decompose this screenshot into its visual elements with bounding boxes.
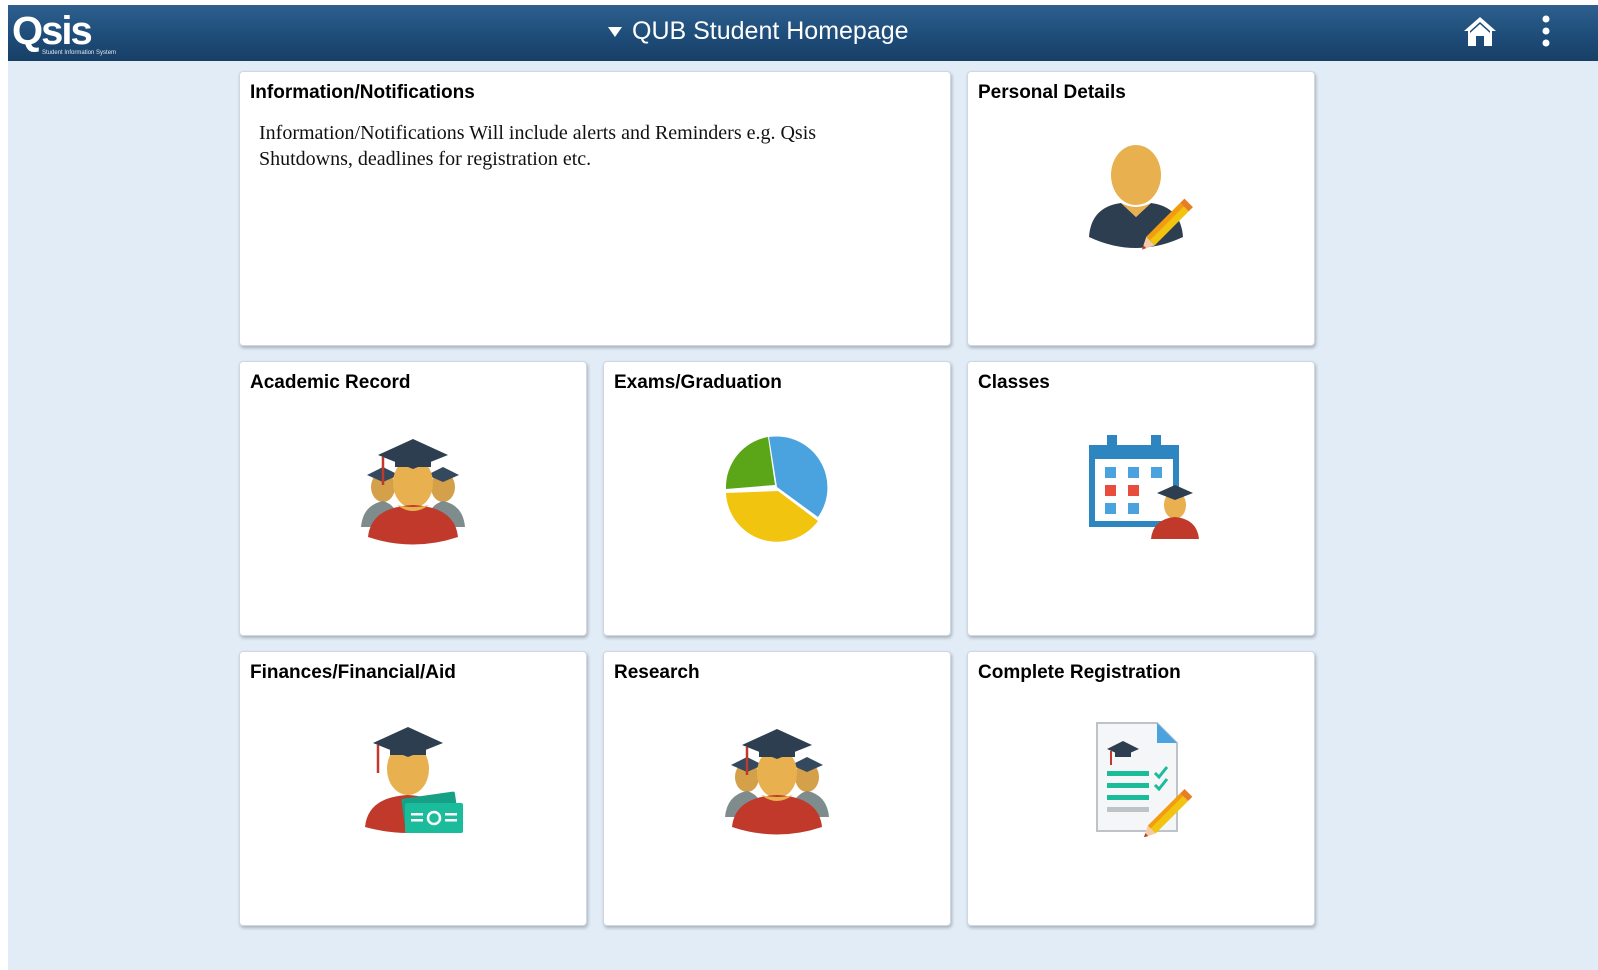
graduates-group-icon: [361, 439, 465, 545]
tile-title: Finances/Financial/Aid: [250, 662, 456, 683]
tile-title: Exams/Graduation: [614, 372, 782, 393]
qsis-logo[interactable]: Qsis Student Information System: [12, 6, 138, 58]
tile-research[interactable]: Research: [603, 651, 951, 926]
tile-personal-details[interactable]: Personal Details: [967, 71, 1315, 346]
page-title-menu[interactable]: QUB Student Homepage: [608, 15, 909, 47]
page-title: QUB Student Homepage: [632, 16, 909, 45]
tile-title: Research: [614, 662, 700, 683]
tile-exams-graduation[interactable]: Exams/Graduation: [603, 361, 951, 636]
pie-chart-icon: [725, 436, 828, 542]
home-icon: [1464, 17, 1496, 46]
checklist-document-icon: [1096, 722, 1193, 837]
top-banner: Qsis Student Information System QUB Stud…: [8, 5, 1598, 61]
kebab-menu-icon: [1542, 15, 1550, 47]
actions-menu-button[interactable]: [1536, 11, 1556, 53]
tile-title: Academic Record: [250, 372, 411, 393]
logo-wordmark: Qsis: [12, 9, 93, 53]
page-frame: Qsis Student Information System QUB Stud…: [8, 5, 1598, 970]
logo-tagline: Student Information System: [42, 50, 117, 56]
tile-title: Complete Registration: [978, 662, 1181, 683]
user-edit-icon: [1089, 145, 1193, 250]
caret-down-icon: [608, 27, 622, 37]
graduates-group-icon: [725, 729, 829, 835]
home-button[interactable]: [1461, 13, 1499, 51]
tile-information-notifications[interactable]: Information/Notifications Information/No…: [239, 71, 951, 346]
notification-text: Information/Notifications Will include a…: [259, 122, 817, 170]
tile-classes[interactable]: Classes: [967, 361, 1315, 636]
tile-title: Classes: [978, 372, 1050, 393]
tile-title: Information/Notifications: [250, 82, 475, 103]
tile-academic-record[interactable]: Academic Record: [239, 361, 587, 636]
graduate-money-icon: [365, 727, 463, 833]
tile-finances-financial-aid[interactable]: Finances/Financial/Aid: [239, 651, 587, 926]
calendar-student-icon: [1089, 435, 1199, 539]
tile-title: Personal Details: [978, 82, 1126, 103]
tile-complete-registration[interactable]: Complete Registration: [967, 651, 1315, 926]
